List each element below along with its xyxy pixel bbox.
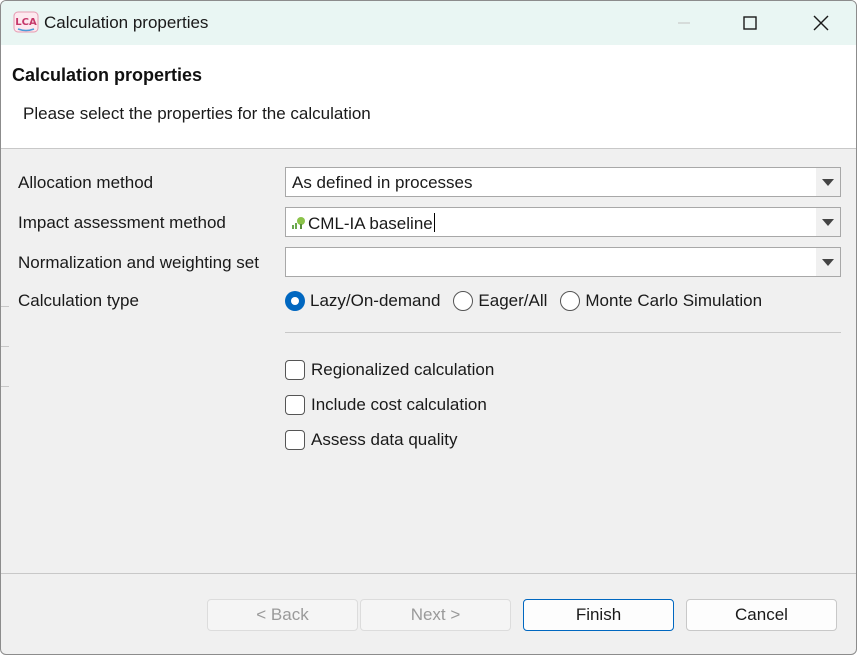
checkbox-icon[interactable]: [285, 360, 305, 380]
dropdown-arrow-icon[interactable]: [816, 248, 840, 276]
allocation-method-value: As defined in processes: [292, 173, 473, 192]
dropdown-arrow-icon[interactable]: [816, 208, 840, 236]
svg-text:LCA: LCA: [15, 17, 37, 28]
normalization-combo[interactable]: [285, 247, 841, 277]
close-button[interactable]: [786, 1, 856, 45]
close-icon: [813, 15, 829, 31]
checkbox-label: Assess data quality: [311, 430, 458, 449]
minimize-button[interactable]: [649, 1, 719, 45]
radio-icon[interactable]: [560, 291, 581, 311]
cost-calculation-checkbox[interactable]: Include cost calculation: [285, 393, 487, 417]
normalization-label: Normalization and weighting set: [18, 253, 259, 272]
allocation-method-combo[interactable]: As defined in processes: [285, 167, 841, 197]
page-title: Calculation properties: [12, 65, 203, 85]
page-description: Please select the properties for the cal…: [23, 104, 371, 123]
impact-method-label: Impact assessment method: [18, 213, 226, 232]
checkbox-label: Regionalized calculation: [311, 360, 495, 379]
checkbox-icon[interactable]: [285, 430, 305, 450]
radio-selected-icon[interactable]: [285, 291, 305, 311]
title-bar: LCA Calculation properties: [1, 1, 856, 45]
allocation-method-label: Allocation method: [18, 173, 154, 192]
dropdown-arrow-icon[interactable]: [816, 168, 840, 196]
radio-label: Eager/All: [478, 291, 548, 310]
footer-separator: [1, 573, 856, 574]
divider: [1, 306, 9, 307]
divider: [1, 346, 9, 347]
calculation-properties-dialog: LCA Calculation properties Calculation p…: [0, 0, 857, 655]
impact-method-combo[interactable]: CML-IA baseline: [285, 207, 841, 237]
text-caret: [433, 213, 435, 232]
impact-method-value-wrap: CML-IA baseline: [290, 213, 435, 234]
back-button[interactable]: < Back: [207, 599, 358, 631]
radio-label: Monte Carlo Simulation: [585, 291, 763, 310]
finish-button[interactable]: Finish: [523, 599, 674, 631]
checkbox-icon[interactable]: [285, 395, 305, 415]
next-button[interactable]: Next >: [360, 599, 511, 631]
radio-lazy[interactable]: Lazy/On-demand: [285, 291, 440, 311]
radio-label: Lazy/On-demand: [310, 291, 441, 310]
wizard-header: Calculation properties Please select the…: [1, 45, 856, 149]
maximize-button[interactable]: [715, 1, 785, 45]
regionalized-checkbox[interactable]: Regionalized calculation: [285, 358, 494, 382]
radio-icon[interactable]: [453, 291, 474, 311]
divider: [1, 386, 9, 387]
calculation-type-group: Lazy/On-demand Eager/All Monte Carlo Sim…: [285, 288, 775, 314]
calculation-type-label: Calculation type: [18, 291, 139, 310]
impact-method-icon: [292, 217, 305, 229]
data-quality-checkbox[interactable]: Assess data quality: [285, 428, 457, 452]
checkbox-label: Include cost calculation: [311, 395, 487, 414]
maximize-icon: [743, 16, 757, 30]
app-logo-icon: LCA: [13, 11, 39, 33]
options-separator: [285, 332, 841, 333]
radio-eager[interactable]: Eager/All: [453, 291, 547, 311]
radio-monte-carlo[interactable]: Monte Carlo Simulation: [560, 291, 762, 311]
cancel-button[interactable]: Cancel: [686, 599, 837, 631]
window-title: Calculation properties: [44, 13, 209, 32]
impact-method-value: CML-IA baseline: [308, 214, 433, 233]
minimize-icon: [678, 22, 690, 24]
